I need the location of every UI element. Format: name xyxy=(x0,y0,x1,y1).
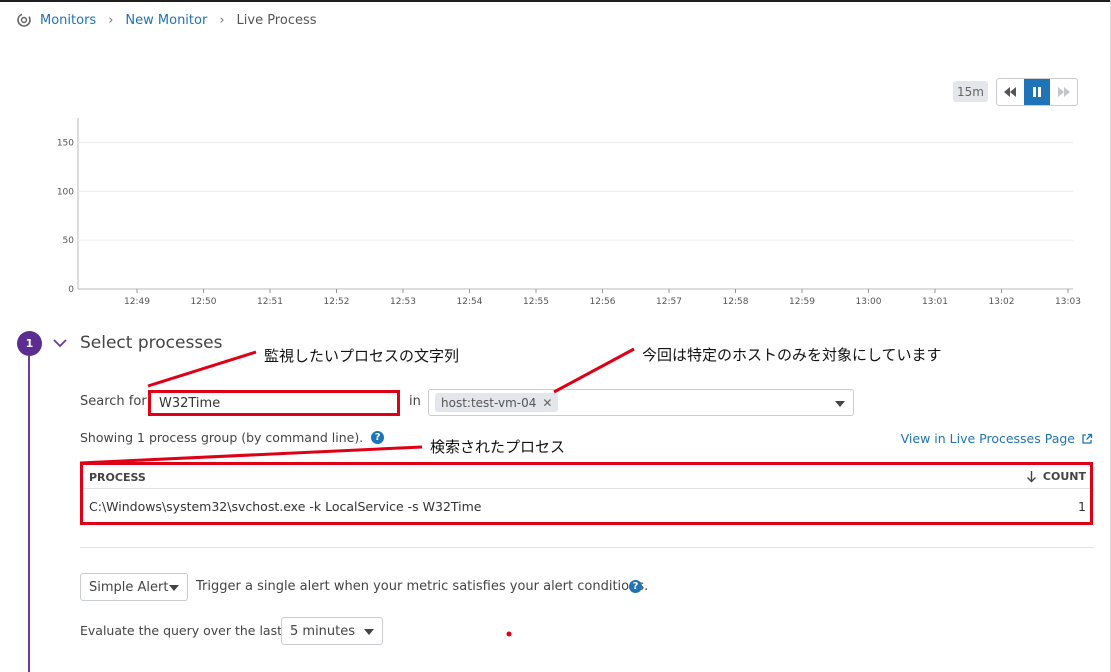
pause-icon xyxy=(1033,87,1041,97)
evaluate-window-label: Evaluate the query over the last xyxy=(80,623,283,638)
host-filter-select[interactable]: host:test-vm-04 ✕ xyxy=(428,389,854,416)
fast-forward-icon xyxy=(1057,87,1070,97)
annotation-arrow-result xyxy=(79,445,423,465)
chart-x-tick-label: 12:54 xyxy=(457,297,483,307)
chart-y-tick-label: 150 xyxy=(57,138,74,148)
breadcrumb-monitors-link[interactable]: Monitors xyxy=(40,13,96,28)
annotation-arrow-host xyxy=(553,347,635,394)
breadcrumb-separator-icon: › xyxy=(219,12,225,28)
chart-x-tick-label: 13:03 xyxy=(1055,297,1081,307)
datadog-logo-icon xyxy=(16,12,32,28)
alert-mode-value: Simple Alert xyxy=(89,580,169,595)
chart-x-tick-label: 12:51 xyxy=(257,297,283,307)
view-link-label: View in Live Processes Page xyxy=(900,431,1075,446)
view-live-processes-link[interactable]: View in Live Processes Page xyxy=(901,431,1093,446)
chart-x-tick-label: 12:58 xyxy=(723,297,749,307)
step-progress-line xyxy=(28,356,30,672)
summary-text: Showing 1 process group (by command line… xyxy=(80,430,364,445)
annotation-host-note: 今回は特定のホストのみを対象にしています xyxy=(642,346,942,364)
chart-y-tick-label: 50 xyxy=(63,236,75,246)
table-header: PROCESS COUNT xyxy=(83,465,1090,489)
process-search-input[interactable] xyxy=(148,390,400,416)
chart-x-tick-label: 12:56 xyxy=(590,297,616,307)
process-group-summary: Showing 1 process group (by command line… xyxy=(80,430,385,445)
chevron-down-icon[interactable] xyxy=(52,335,68,355)
host-tag-label: host:test-vm-04 xyxy=(441,395,537,410)
process-count-cell: 1 xyxy=(1078,499,1086,514)
close-icon[interactable]: ✕ xyxy=(542,396,552,410)
caret-down-icon xyxy=(835,401,845,407)
chart-x-tick-label: 13:01 xyxy=(922,297,948,307)
fast-forward-button[interactable] xyxy=(1050,79,1077,105)
time-playback-controls xyxy=(996,78,1078,106)
evaluate-window-value: 5 minutes xyxy=(290,624,356,639)
help-icon[interactable]: ? xyxy=(371,431,385,444)
search-for-label: Search for xyxy=(80,394,147,409)
chart-x-tick-label: 12:53 xyxy=(390,297,416,307)
process-count-chart: 0 50 100 150 12:49 12:50 12:51 12:52 12:53 12:54 1… xyxy=(57,118,1081,307)
column-process[interactable]: PROCESS xyxy=(89,471,146,484)
breadcrumb-current: Live Process xyxy=(236,12,317,28)
alert-mode-description: Trigger a single alert when your metric … xyxy=(196,579,649,594)
chart-x-tick-label: 12:59 xyxy=(789,297,815,307)
window-top-border xyxy=(0,0,1111,2)
evaluate-window-select[interactable]: 5 minutes xyxy=(281,617,383,645)
column-count-label: COUNT xyxy=(1042,470,1086,483)
table-row[interactable]: C:\Windows\system32\svchost.exe -k Local… xyxy=(83,490,1090,523)
annotation-search-note: 監視したいプロセスの文字列 xyxy=(264,347,460,365)
chart-y-tick-label: 100 xyxy=(57,187,74,197)
chart-x-tick-label: 12:52 xyxy=(324,297,350,307)
chart-x-tick-label: 13:02 xyxy=(989,297,1015,307)
external-link-icon xyxy=(1082,433,1093,444)
section-divider xyxy=(80,547,1094,548)
in-label: in xyxy=(409,394,421,409)
chart-x-tick-label: 12:49 xyxy=(124,297,150,307)
breadcrumb-separator-icon: › xyxy=(108,12,114,28)
host-tag: host:test-vm-04 ✕ xyxy=(435,393,559,412)
step-number-badge: 1 xyxy=(17,331,42,356)
caret-down-icon xyxy=(169,585,179,591)
step-title: Select processes xyxy=(80,333,223,353)
time-range-badge[interactable]: 15m xyxy=(953,81,988,102)
annotation-dot xyxy=(506,631,512,637)
annotation-arrow-search xyxy=(147,350,257,388)
process-command-cell: C:\Windows\system32\svchost.exe -k Local… xyxy=(89,499,482,514)
rewind-icon xyxy=(1004,87,1017,97)
chart-x-tick-label: 12:55 xyxy=(523,297,549,307)
annotation-result-note: 検索されたプロセス xyxy=(430,438,566,456)
column-count[interactable]: COUNT xyxy=(1026,470,1086,483)
alert-mode-select[interactable]: Simple Alert xyxy=(80,573,188,601)
breadcrumb: Monitors › New Monitor › Live Process xyxy=(16,11,317,29)
chart-x-tick-label: 12:50 xyxy=(191,297,217,307)
chart-x-tick-label: 13:00 xyxy=(856,297,882,307)
process-table: PROCESS COUNT C:\Windows\system32\svchos… xyxy=(80,462,1093,525)
help-icon[interactable]: ? xyxy=(629,580,642,593)
chart-x-tick-label: 12:57 xyxy=(656,297,682,307)
breadcrumb-new-monitor-link[interactable]: New Monitor xyxy=(125,13,207,28)
chart-y-tick-label: 0 xyxy=(68,285,74,295)
sort-down-icon xyxy=(1026,471,1036,483)
pause-button[interactable] xyxy=(1023,79,1051,105)
rewind-button[interactable] xyxy=(997,79,1024,105)
caret-down-icon xyxy=(364,629,374,635)
